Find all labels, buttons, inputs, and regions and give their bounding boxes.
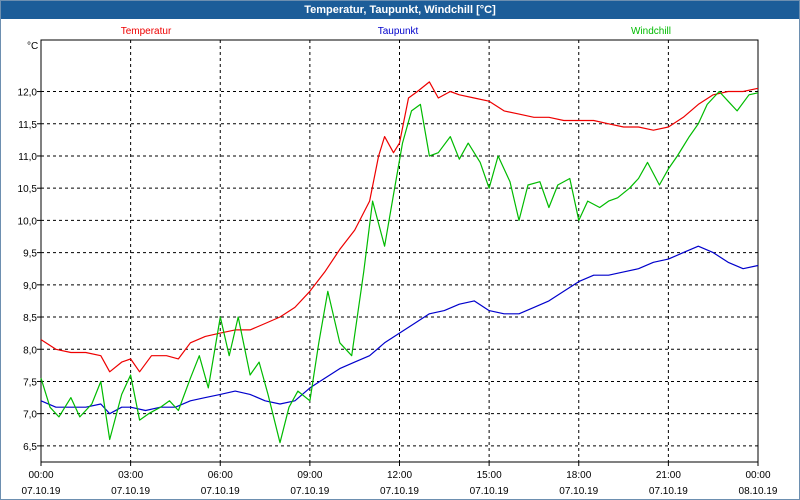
x-axis-ticks: 00:00 07.10.19 03:00 07.10.19 06:00 07.10.19 0… bbox=[22, 462, 778, 497]
x-tick-time: 21:00 bbox=[656, 470, 681, 481]
x-tick-date: 07.10.19 bbox=[380, 486, 419, 497]
x-tick-date: 07.10.19 bbox=[111, 486, 150, 497]
legend-taupunkt: Taupunkt bbox=[378, 26, 419, 37]
x-tick-time: 03:00 bbox=[118, 470, 143, 481]
y-tick-label: 10,0 bbox=[18, 216, 38, 227]
chart-canvas: 6,5 7,0 7,5 8,0 8,5 9,0 9,5 10,0 10,5 11,0 11,5 12,… bbox=[18, 26, 778, 497]
x-tick-date: 07.10.19 bbox=[22, 486, 61, 497]
y-tick-label: 6,5 bbox=[23, 442, 37, 453]
x-tick-time: 00:00 bbox=[745, 470, 770, 481]
x-tick-date: 07.10.19 bbox=[649, 486, 688, 497]
legend-windchill: Windchill bbox=[631, 26, 671, 37]
y-tick-label: 9,5 bbox=[23, 249, 37, 260]
grid-lines bbox=[41, 40, 758, 462]
y-tick-label: 7,0 bbox=[23, 410, 37, 421]
chart-window: Temperatur, Taupunkt, Windchill [°C] 6,5… bbox=[0, 0, 800, 500]
y-tick-label: 8,0 bbox=[23, 345, 37, 356]
x-tick-time: 00:00 bbox=[28, 470, 53, 481]
y-tick-label: 7,5 bbox=[23, 377, 37, 388]
x-tick-time: 12:00 bbox=[387, 470, 412, 481]
y-tick-label: 11,0 bbox=[18, 152, 37, 163]
x-tick-date: 08.10.19 bbox=[739, 486, 778, 497]
y-tick-label: 9,0 bbox=[23, 281, 37, 292]
y-tick-label: 8,5 bbox=[23, 313, 37, 324]
y-axis-label: °C bbox=[27, 41, 38, 52]
legend: Temperatur Taupunkt Windchill bbox=[121, 26, 671, 37]
x-tick-time: 06:00 bbox=[208, 470, 233, 481]
y-tick-label: 12,0 bbox=[18, 88, 38, 99]
y-tick-label: 10,5 bbox=[18, 184, 38, 195]
x-tick-date: 07.10.19 bbox=[290, 486, 329, 497]
x-tick-time: 18:00 bbox=[566, 470, 591, 481]
x-tick-date: 07.10.19 bbox=[470, 486, 509, 497]
legend-temperatur: Temperatur bbox=[121, 26, 172, 37]
x-tick-date: 07.10.19 bbox=[201, 486, 240, 497]
x-tick-date: 07.10.19 bbox=[559, 486, 598, 497]
y-tick-label: 11,5 bbox=[18, 120, 37, 131]
x-tick-time: 15:00 bbox=[477, 470, 502, 481]
y-axis-ticks: 6,5 7,0 7,5 8,0 8,5 9,0 9,5 10,0 10,5 11,0 11,5 12,… bbox=[18, 88, 41, 453]
x-tick-time: 09:00 bbox=[297, 470, 322, 481]
